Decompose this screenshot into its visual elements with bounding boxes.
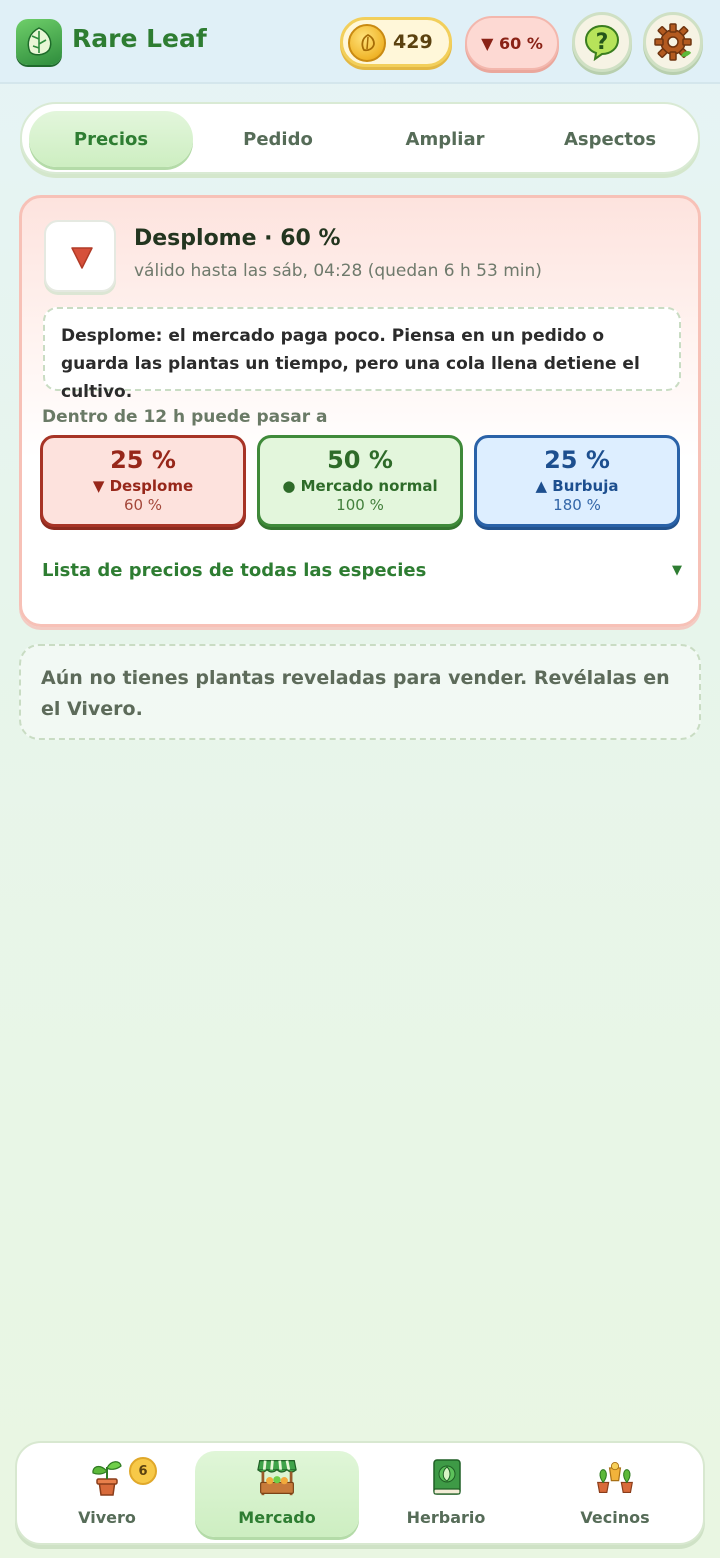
market-status-pill[interactable]: ▼ 60 %	[465, 16, 559, 70]
forecast-normal-name: ● Mercado normal	[282, 477, 438, 495]
vivero-badge: 6	[129, 1457, 157, 1485]
market-stall-icon	[257, 1460, 297, 1496]
market-description: Desplome: el mercado paga poco. Piensa e…	[43, 307, 681, 402]
forecast-normal: 50 % ● Mercado normal 100 %	[257, 435, 463, 527]
coin-icon	[348, 24, 386, 62]
forecast-label: Dentro de 12 h puede pasar a	[42, 407, 328, 427]
nav-vivero-label: Vivero	[78, 1508, 136, 1527]
nav-herbario[interactable]: Herbario	[364, 1451, 528, 1537]
forecast-bubble-multiplier: 180 %	[553, 496, 601, 514]
chevron-down-icon: ▼	[672, 563, 682, 578]
nav-herbario-label: Herbario	[406, 1508, 486, 1527]
app-title: Rare Leaf	[72, 24, 207, 53]
help-button[interactable]: ?	[572, 12, 632, 72]
market-state-title: Desplome · 60 %	[134, 226, 341, 251]
tab-precios[interactable]: Precios	[29, 111, 193, 167]
help-icon: ?	[584, 24, 620, 61]
nav-vivero[interactable]: 6 Vivero	[25, 1451, 189, 1537]
coin-balance[interactable]: 429	[340, 17, 452, 67]
market-crash-icon	[44, 220, 116, 292]
market-state-validity: válido hasta las sáb, 04:28 (quedan 6 h …	[134, 261, 542, 281]
nav-mercado[interactable]: Mercado	[195, 1451, 359, 1537]
forecast-bubble: 25 % ▲ Burbuja 180 %	[474, 435, 680, 527]
market-state-card: Desplome · 60 % válido hasta las sáb, 04…	[19, 195, 701, 627]
forecast-crash-name: ▼ Desplome	[92, 477, 194, 495]
forecast-crash-multiplier: 60 %	[123, 496, 163, 514]
coin-amount: 429	[393, 31, 433, 53]
gear-icon	[654, 23, 692, 61]
tab-aspectos[interactable]: Aspectos	[528, 111, 692, 167]
tab-ampliar[interactable]: Ampliar	[363, 111, 527, 167]
forecast-normal-multiplier: 100 %	[336, 496, 384, 514]
price-list-label: Lista de precios de todas las especies	[42, 560, 427, 581]
forecast-normal-probability: 50 %	[327, 446, 393, 474]
empty-plants-notice: Aún no tienes plantas reveladas para ven…	[19, 644, 701, 740]
potted-plant-icon	[92, 1461, 122, 1496]
bottom-navigation: 6 Vivero Mercado Herbario Vecinos	[15, 1441, 705, 1545]
nav-vecinos-label: Vecinos	[580, 1508, 650, 1527]
forecast-bubble-probability: 25 %	[544, 446, 610, 474]
book-icon	[433, 1459, 461, 1495]
nav-vecinos[interactable]: Vecinos	[533, 1451, 697, 1537]
market-tabs: Precios Pedido Ampliar Aspectos	[20, 102, 700, 174]
top-bar: Rare Leaf 429 ▼ 60 % ?	[0, 0, 720, 84]
forecast-bubble-name: ▲ Burbuja	[535, 477, 619, 495]
forecast-crash: 25 % ▼ Desplome 60 %	[40, 435, 246, 527]
price-list-toggle[interactable]: Lista de precios de todas las especies ▼	[42, 560, 682, 590]
forecast-crash-probability: 25 %	[110, 446, 176, 474]
neighbors-plants-icon	[597, 1462, 633, 1494]
tab-pedido[interactable]: Pedido	[196, 111, 360, 167]
settings-button[interactable]	[643, 12, 703, 72]
nav-mercado-label: Mercado	[238, 1508, 316, 1527]
svg-text:?: ?	[596, 30, 609, 55]
leaf-logo-icon	[16, 19, 62, 65]
